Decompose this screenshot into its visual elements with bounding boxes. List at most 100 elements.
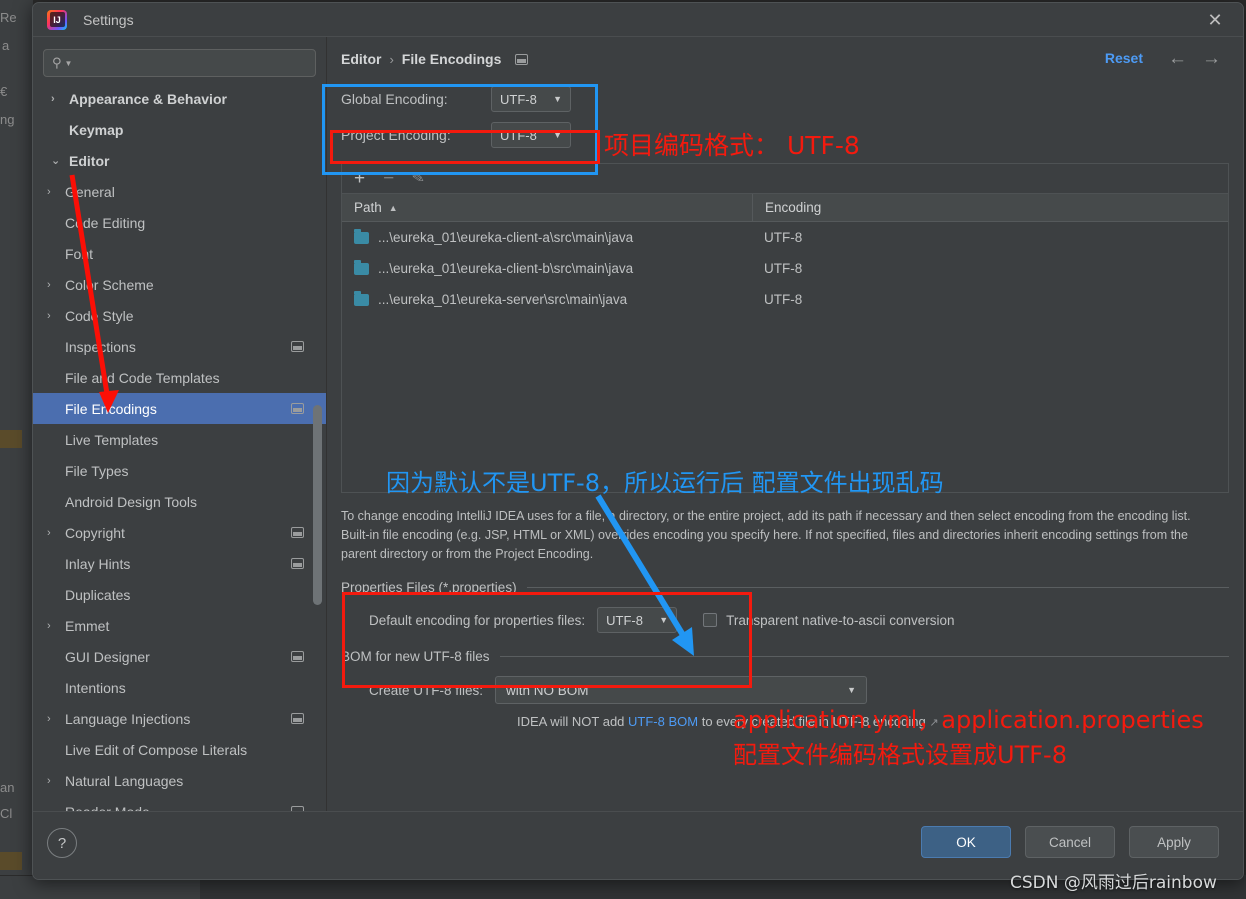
sidebar-item-intentions[interactable]: Intentions xyxy=(33,672,326,703)
chevron-right-icon[interactable]: › xyxy=(47,310,63,322)
settings-content: Editor › File Encodings Reset ← → Global… xyxy=(327,37,1243,845)
sidebar-item-live-edit-of-compose-literals[interactable]: Live Edit of Compose Literals xyxy=(33,734,326,765)
chevron-right-icon[interactable]: › xyxy=(47,527,63,539)
search-box[interactable]: ⚲ ▼ xyxy=(43,49,316,77)
table-cell-path: ...\eureka_01\eureka-server\src\main\jav… xyxy=(342,290,752,307)
table-cell-path: ...\eureka_01\eureka-client-a\src\main\j… xyxy=(342,228,752,245)
global-encoding-dropdown[interactable]: UTF-8 ▼ xyxy=(491,86,571,112)
sidebar-item-keymap[interactable]: Keymap xyxy=(33,114,326,145)
settings-panel-icon[interactable] xyxy=(291,558,304,569)
reset-link[interactable]: Reset xyxy=(1105,50,1143,66)
global-encoding-row: Global Encoding: UTF-8 ▼ xyxy=(341,81,1229,117)
settings-panel-icon[interactable] xyxy=(515,53,529,65)
chevron-right-icon[interactable]: › xyxy=(47,620,63,632)
sidebar-item-inspections[interactable]: Inspections xyxy=(33,331,326,362)
table-row[interactable]: ...\eureka_01\eureka-client-a\src\main\j… xyxy=(342,222,1228,253)
table-body: ...\eureka_01\eureka-client-a\src\main\j… xyxy=(342,222,1228,315)
sidebar-item-emmet[interactable]: › Emmet xyxy=(33,610,326,641)
default-properties-encoding-row: Default encoding for properties files: U… xyxy=(341,607,1229,633)
breadcrumb: Editor › File Encodings xyxy=(341,37,1229,81)
settings-panel-icon[interactable] xyxy=(291,341,304,352)
table-header: Path ▲ Encoding xyxy=(342,193,1228,222)
settings-panel-icon[interactable] xyxy=(291,651,304,662)
sidebar-item-font[interactable]: Font xyxy=(33,238,326,269)
bom-section-header: BOM for new UTF-8 files xyxy=(341,649,1229,664)
sidebar-item-natural-languages[interactable]: › Natural Languages xyxy=(33,765,326,796)
table-cell-path-text: ...\eureka_01\eureka-client-a\src\main\j… xyxy=(378,230,634,245)
chevron-right-icon[interactable]: › xyxy=(47,279,63,291)
table-toolbar: + − ✎ xyxy=(341,163,1229,193)
sidebar-item-label: Inspections xyxy=(65,338,136,355)
sidebar-item-color-scheme[interactable]: › Color Scheme xyxy=(33,269,326,300)
properties-section-title: Properties Files (*.properties) xyxy=(341,580,517,595)
create-utf8-files-row: Create UTF-8 files: with NO BOM ▼ xyxy=(341,676,1229,704)
sidebar-item-file-types[interactable]: File Types xyxy=(33,455,326,486)
table-cell-encoding[interactable]: UTF-8 xyxy=(752,230,1228,245)
sidebar-item-android-design-tools[interactable]: Android Design Tools xyxy=(33,486,326,517)
default-properties-encoding-dropdown[interactable]: UTF-8 ▼ xyxy=(597,607,678,633)
chevron-down-icon: ▼ xyxy=(553,94,562,104)
back-arrow-icon[interactable]: ← xyxy=(1168,48,1187,70)
column-header-path[interactable]: Path ▲ xyxy=(342,200,752,215)
sidebar-item-code-style[interactable]: › Code Style xyxy=(33,300,326,331)
close-icon[interactable]: ✕ xyxy=(1193,3,1237,36)
utf8-bom-link[interactable]: UTF-8 BOM xyxy=(628,714,698,729)
cancel-button[interactable]: Cancel xyxy=(1025,826,1115,858)
table-cell-encoding[interactable]: UTF-8 xyxy=(752,261,1228,276)
sidebar-item-inlay-hints[interactable]: Inlay Hints xyxy=(33,548,326,579)
chevron-right-icon[interactable]: › xyxy=(47,713,63,725)
bom-hint-prefix: IDEA will NOT add xyxy=(517,714,629,729)
transparent-native-to-ascii-checkbox[interactable] xyxy=(703,613,718,627)
remove-icon[interactable]: − xyxy=(383,169,394,188)
screen-root: Rea€nganCl Settings ✕ ⚲ ▼ ›Appearance & … xyxy=(0,0,1246,899)
sidebar-scrollbar-thumb[interactable] xyxy=(313,405,322,605)
sidebar-item-appearance-behavior[interactable]: › Appearance & Behavior xyxy=(33,83,326,114)
sidebar-item-file-encodings[interactable]: File Encodings xyxy=(33,393,326,424)
global-encoding-value: UTF-8 xyxy=(500,91,537,107)
project-encoding-dropdown[interactable]: UTF-8 ▼ xyxy=(491,122,571,148)
help-button[interactable]: ? xyxy=(47,828,77,858)
table-row[interactable]: ...\eureka_01\eureka-client-b\src\main\j… xyxy=(342,253,1228,284)
sidebar-item-code-editing[interactable]: Code Editing xyxy=(33,207,326,238)
sidebar-item-editor[interactable]: ⌄ Editor xyxy=(33,145,326,176)
forward-arrow-icon[interactable]: → xyxy=(1202,48,1221,70)
sidebar-item-gui-designer[interactable]: GUI Designer xyxy=(33,641,326,672)
breadcrumb-current: File Encodings xyxy=(401,51,502,67)
ok-button[interactable]: OK xyxy=(921,826,1011,858)
search-icon: ⚲ xyxy=(52,55,62,70)
settings-panel-icon[interactable] xyxy=(291,713,304,724)
add-icon[interactable]: + xyxy=(354,169,365,188)
edit-pencil-icon[interactable]: ✎ xyxy=(411,169,426,188)
breadcrumb-separator: › xyxy=(389,51,394,67)
create-utf8-files-dropdown[interactable]: with NO BOM ▼ xyxy=(495,676,868,704)
sidebar-item-copyright[interactable]: › Copyright xyxy=(33,517,326,548)
settings-panel-icon[interactable] xyxy=(291,403,304,414)
chevron-down-icon: ▼ xyxy=(64,58,73,68)
breadcrumb-parent[interactable]: Editor xyxy=(341,51,381,67)
folder-icon xyxy=(354,228,369,244)
chevron-down-icon[interactable]: ⌄ xyxy=(51,154,67,167)
sidebar-item-live-templates[interactable]: Live Templates xyxy=(33,424,326,455)
sidebar-item-label: Inlay Hints xyxy=(65,555,131,572)
settings-sidebar: ⚲ ▼ › Appearance & Behavior Keymap ⌄ Editor ›… xyxy=(33,37,327,845)
column-header-encoding[interactable]: Encoding xyxy=(752,193,1228,222)
chevron-right-icon[interactable]: › xyxy=(51,93,67,105)
chevron-right-icon[interactable]: › xyxy=(47,186,63,198)
sidebar-item-label: GUI Designer xyxy=(65,648,150,665)
sidebar-item-general[interactable]: › General xyxy=(33,176,326,207)
bom-hint: IDEA will NOT add UTF-8 BOM to every cre… xyxy=(517,714,1229,729)
sidebar-item-label: Code Style xyxy=(65,307,134,324)
bom-section-title: BOM for new UTF-8 files xyxy=(341,649,490,664)
chevron-right-icon[interactable]: › xyxy=(47,775,63,787)
settings-panel-icon[interactable] xyxy=(291,527,304,538)
search-input[interactable] xyxy=(72,54,307,72)
sidebar-item-label: Android Design Tools xyxy=(65,493,198,510)
apply-button[interactable]: Apply xyxy=(1129,826,1219,858)
table-cell-encoding[interactable]: UTF-8 xyxy=(752,292,1228,307)
create-utf8-files-value: with NO BOM xyxy=(506,682,589,698)
sidebar-item-duplicates[interactable]: Duplicates xyxy=(33,579,326,610)
sidebar-item-file-and-code-templates[interactable]: File and Code Templates xyxy=(33,362,326,393)
sidebar-item-label: Live Edit of Compose Literals xyxy=(65,741,248,758)
table-row[interactable]: ...\eureka_01\eureka-server\src\main\jav… xyxy=(342,284,1228,315)
sidebar-item-language-injections[interactable]: › Language Injections xyxy=(33,703,326,734)
